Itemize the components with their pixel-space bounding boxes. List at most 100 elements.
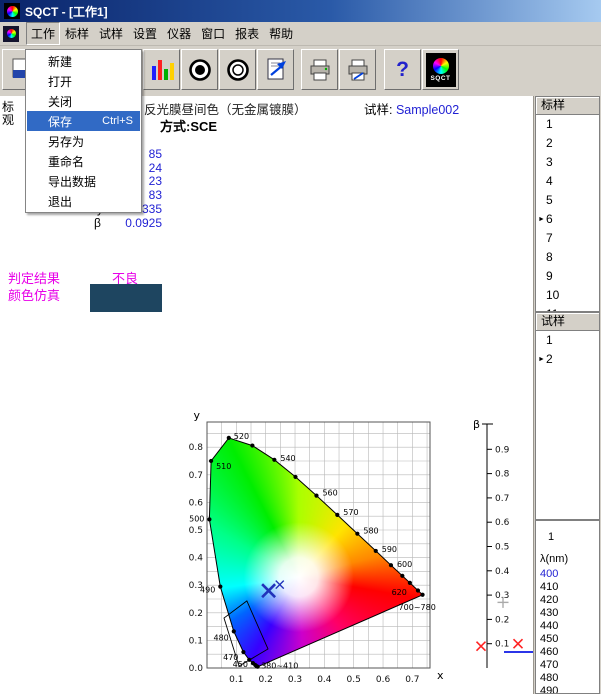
list-item[interactable]: ►6	[536, 210, 599, 229]
menu-item[interactable]: 重命名	[27, 151, 140, 171]
child-window-icon[interactable]	[3, 26, 19, 42]
wavelength-row[interactable]: 400	[536, 568, 599, 581]
svg-text:0.7: 0.7	[495, 494, 509, 504]
sqct-logo-text: SQCT	[430, 75, 450, 82]
menubar-item-7[interactable]: 帮助	[264, 22, 298, 45]
menubar-item-1[interactable]: 标样	[60, 22, 94, 45]
print-button[interactable]	[301, 49, 338, 90]
export-report-button[interactable]	[257, 49, 294, 90]
sqct-logo-icon: SQCT	[426, 53, 456, 87]
rainbow-circle-icon	[7, 29, 16, 38]
list-item[interactable]: 4	[536, 172, 599, 191]
svg-text:0.5: 0.5	[189, 526, 203, 536]
menu-item[interactable]: 另存为	[27, 131, 140, 151]
lambda-header: λ(nm)	[536, 552, 599, 566]
standard-sample-header[interactable]: 标样	[536, 97, 599, 115]
list-item[interactable]: 2	[536, 134, 599, 153]
standard-sample-list: 12345►67891011	[536, 115, 599, 312]
color-values-button[interactable]	[143, 49, 180, 90]
window-title: SQCT - [工作1]	[25, 3, 108, 20]
beta-value-label: β	[94, 216, 101, 230]
wavelength-label: 520	[234, 432, 249, 441]
wavelength-row[interactable]: 440	[536, 620, 599, 633]
svg-text:x: x	[437, 669, 444, 682]
wavelength-row[interactable]: 410	[536, 581, 599, 594]
wavelength-row[interactable]: 450	[536, 633, 599, 646]
trial-sample-header[interactable]: 试样	[536, 313, 599, 331]
rainbow-circle-icon	[433, 58, 449, 74]
app-window: SQCT - [工作1] 工作标样试样设置仪器窗口报表帮助	[0, 0, 601, 694]
right-panel: 标样 12345►67891011 试样 1►2 1 λ(nm) 4004104…	[533, 96, 601, 694]
menubar-item-4[interactable]: 仪器	[162, 22, 196, 45]
menubar-item-0[interactable]: 工作	[26, 22, 60, 45]
list-item[interactable]: 11	[536, 305, 599, 312]
beta-value: 0.0925	[110, 216, 162, 230]
menu-item[interactable]: 导出数据	[27, 171, 140, 191]
list-item[interactable]: 5	[536, 191, 599, 210]
wavelength-row[interactable]: 460	[536, 646, 599, 659]
white-point-glow	[207, 422, 430, 668]
list-item[interactable]: ►2	[536, 350, 599, 369]
menu-item[interactable]: 保存Ctrl+S	[27, 111, 140, 131]
svg-text:0.5: 0.5	[495, 543, 509, 553]
list-item[interactable]: 8	[536, 248, 599, 267]
measure-mode-text: 方式:SCE	[160, 116, 217, 135]
work-menu-dropdown: 新建打开关闭保存Ctrl+S另存为重命名导出数据退出	[25, 49, 142, 213]
svg-text:0.6: 0.6	[376, 675, 391, 685]
svg-text:0.6: 0.6	[495, 518, 510, 528]
svg-text:β: β	[473, 418, 480, 431]
menubar-item-6[interactable]: 报表	[230, 22, 264, 45]
printer-setup-icon	[345, 57, 371, 83]
svg-text:y: y	[193, 409, 200, 422]
menu-bar: 工作标样试样设置仪器窗口报表帮助	[0, 22, 601, 46]
list-item[interactable]: 3	[536, 153, 599, 172]
list-item[interactable]: 10	[536, 286, 599, 305]
svg-text:0.4: 0.4	[189, 554, 204, 564]
list-item[interactable]: 7	[536, 229, 599, 248]
color-simulation-label: 颜色仿真	[8, 285, 60, 304]
menu-item[interactable]: 新建	[27, 51, 140, 71]
svg-text:0.3: 0.3	[189, 581, 203, 591]
menu-item[interactable]: 退出	[27, 191, 140, 211]
wavelength-label: 450	[233, 660, 248, 669]
wavelength-label: 580	[363, 527, 378, 536]
svg-text:0.0: 0.0	[189, 664, 204, 674]
svg-text:0.6: 0.6	[189, 498, 204, 508]
filled-target-icon	[187, 57, 213, 83]
title-bar[interactable]: SQCT - [工作1]	[0, 0, 601, 22]
print-setup-button[interactable]	[339, 49, 376, 90]
menu-item[interactable]: 打开	[27, 71, 140, 91]
wavelength-row[interactable]: 490	[536, 685, 599, 694]
list-item[interactable]: 1	[536, 115, 599, 134]
beta-sample-marker	[477, 642, 486, 651]
sample-label: 试样:	[364, 103, 392, 117]
about-sqct-button[interactable]: SQCT	[422, 49, 459, 90]
svg-text:0.7: 0.7	[405, 675, 419, 685]
list-item[interactable]: 1	[536, 331, 599, 350]
spectral-column-header: 1	[548, 531, 599, 544]
menu-items: 工作标样试样设置仪器窗口报表帮助	[26, 22, 298, 45]
wavelength-row[interactable]: 480	[536, 672, 599, 685]
hollow-target-icon	[225, 57, 251, 83]
menubar-item-2[interactable]: 试样	[94, 22, 128, 45]
wavelength-label: 470	[223, 653, 238, 662]
menu-item[interactable]: 关闭	[27, 91, 140, 111]
cie-horseshoe	[207, 422, 430, 668]
list-item[interactable]: 9	[536, 267, 599, 286]
svg-text:0.1: 0.1	[229, 675, 243, 685]
sample-field: 试样: Sample002	[364, 99, 459, 118]
trial-sample-list: 1►2	[536, 331, 599, 369]
svg-text:0.2: 0.2	[259, 675, 273, 685]
help-button[interactable]: ?	[384, 49, 421, 90]
wavelength-list: 400410420430440450460470480490	[536, 568, 599, 694]
menubar-item-3[interactable]: 设置	[128, 22, 162, 45]
sce-mode-button[interactable]	[219, 49, 256, 90]
svg-text:0.4: 0.4	[495, 567, 510, 577]
menubar-item-5[interactable]: 窗口	[196, 22, 230, 45]
wavelength-row[interactable]: 430	[536, 607, 599, 620]
wavelength-row[interactable]: 420	[536, 594, 599, 607]
sci-mode-button[interactable]	[181, 49, 218, 90]
beta-sample-marker	[514, 639, 523, 648]
wavelength-row[interactable]: 470	[536, 659, 599, 672]
wavelength-label: 700~780	[399, 603, 436, 612]
